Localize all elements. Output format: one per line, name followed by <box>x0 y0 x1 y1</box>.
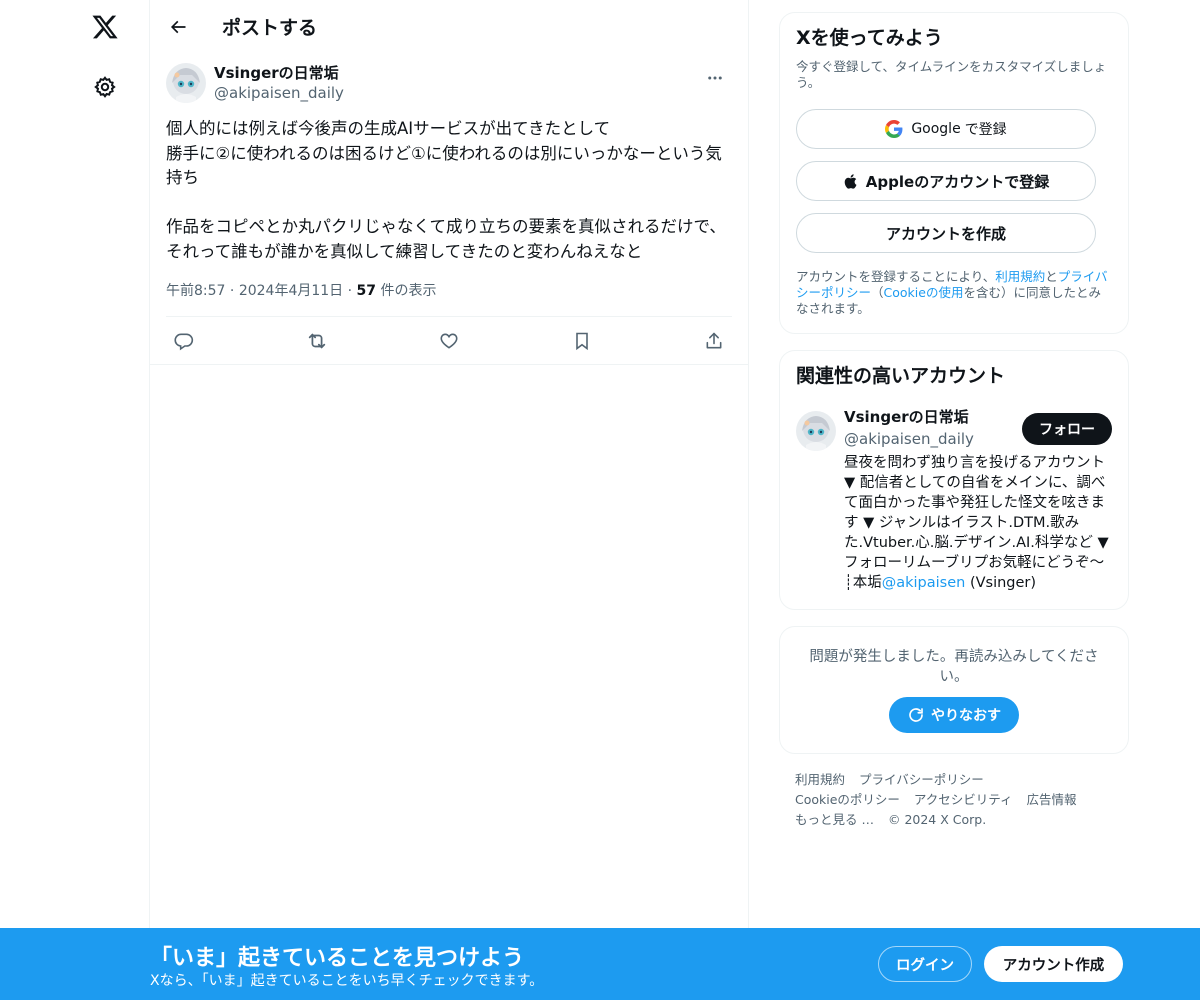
tweet-actions <box>150 317 748 365</box>
google-signup-button[interactable]: Google で登録 <box>796 109 1096 149</box>
author-handle[interactable]: @akipaisen_daily <box>214 83 344 103</box>
heart-icon <box>440 333 458 349</box>
tweet-meta: 午前8:57 · 2024年4月11日 · 57 件の表示 <box>166 280 732 317</box>
main-column: ポストする Vsingerの日常垢 @akipaisen_daily 個人的には… <box>149 0 749 1000</box>
apple-signup-button[interactable]: Appleのアカウントで登録 <box>796 161 1096 201</box>
tweet-text: 個人的には例えば今後声の生成AIサービスが出てきたとして 勝手に②に使われるのは… <box>166 119 726 261</box>
like-button[interactable] <box>435 327 463 355</box>
footer-links: 利用規約 プライバシーポリシー Cookieのポリシー アクセシビリティ 広告情… <box>779 770 1129 830</box>
share-button[interactable] <box>700 327 728 355</box>
banner-subtitle: Xなら、「いま」起きていることをいち早くチェックできます。 <box>150 973 544 989</box>
reply-button[interactable] <box>170 327 198 355</box>
footer-ads-link[interactable]: 広告情報 <box>1027 792 1077 807</box>
footer-terms-link[interactable]: 利用規約 <box>795 772 845 787</box>
avatar[interactable] <box>166 63 206 103</box>
reply-icon <box>174 333 194 350</box>
error-card: 問題が発生しました。再読み込みしてください。 やりなおす <box>779 626 1129 754</box>
page-title: ポストする <box>222 17 318 39</box>
x-logo-icon[interactable] <box>88 10 122 44</box>
signup-button[interactable]: アカウント作成 <box>984 946 1123 982</box>
google-label: Google <box>911 121 961 137</box>
share-icon <box>706 332 722 348</box>
terms-link[interactable]: 利用規約 <box>995 269 1045 284</box>
views-label: 件の表示 <box>380 283 437 299</box>
footer-privacy-link[interactable]: プライバシーポリシー <box>859 772 984 787</box>
retry-label: やりなおす <box>931 708 1001 724</box>
footer-cookie-link[interactable]: Cookieのポリシー <box>795 792 900 807</box>
post-header: ポストする <box>150 0 748 53</box>
bottom-signup-banner: 「いま」起きていることを見つけよう Xなら、「いま」起きていることをいち早くチェ… <box>0 928 1200 1000</box>
left-nav <box>0 0 150 1000</box>
footer-accessibility-link[interactable]: アクセシビリティ <box>914 792 1013 807</box>
google-label-suffix: で登録 <box>964 122 1007 138</box>
meta-separator: · <box>229 283 235 299</box>
banner-title: 「いま」起きていることを見つけよう <box>150 946 525 971</box>
repost-icon <box>308 333 325 348</box>
tweet-time[interactable]: 午前8:57 <box>166 283 225 299</box>
follow-button[interactable]: フォロー <box>1022 413 1112 445</box>
related-bio: 昼夜を問わず独り言を投げるアカウント▼ 配信者としての自省をメインに、調べて面白… <box>844 453 1112 593</box>
tweet-author: Vsingerの日常垢 @akipaisen_daily <box>166 63 732 103</box>
apple-label: Appleのアカウントで登録 <box>865 172 1050 191</box>
bookmark-icon <box>575 332 588 350</box>
terms-text: （ <box>871 285 884 300</box>
cookie-link[interactable]: Cookieの使用 <box>884 285 964 300</box>
related-handle[interactable]: @akipaisen_daily <box>844 429 974 449</box>
meta-separator: · <box>347 283 353 299</box>
bookmark-button[interactable] <box>568 327 596 355</box>
tweet-date[interactable]: 2024年4月11日 <box>239 283 343 299</box>
gear-icon[interactable] <box>90 72 120 102</box>
apple-icon <box>844 173 857 189</box>
create-account-button[interactable]: アカウントを作成 <box>796 213 1096 253</box>
repost-button[interactable] <box>303 327 331 355</box>
bio-text: 昼夜を問わず独り言を投げるアカウント▼ 配信者としての自省をメインに、調べて面白… <box>844 455 1109 591</box>
signup-card: Xを使ってみよう 今すぐ登録して、タイムラインをカスタマイズしましょう。 Goo… <box>779 12 1129 334</box>
author-name[interactable]: Vsingerの日常垢 <box>214 63 344 83</box>
related-name[interactable]: Vsingerの日常垢 <box>844 407 974 427</box>
error-message: 問題が発生しました。再読み込みしてください。 <box>809 649 1099 685</box>
related-user: Vsingerの日常垢 @akipaisen_daily フォロー 昼夜を問わず… <box>796 408 1112 593</box>
signup-subtitle: 今すぐ登録して、タイムラインをカスタマイズしましょう。 <box>796 59 1107 90</box>
footer-more-link[interactable]: もっと見る … <box>795 812 874 827</box>
copyright: © 2024 X Corp. <box>887 812 987 827</box>
more-dots-icon <box>708 76 722 80</box>
terms-notice: アカウントを登録することにより、利用規約とプライバシーポリシー（Cookieの使… <box>796 269 1112 317</box>
arrow-left-icon <box>170 20 186 33</box>
google-icon <box>885 120 903 138</box>
related-title: 関連性の高いアカウント <box>796 365 1006 387</box>
more-button[interactable] <box>698 63 732 93</box>
terms-text: アカウントを登録することにより、 <box>796 269 996 284</box>
right-sidebar: Xを使ってみよう 今すぐ登録して、タイムラインをカスタマイズしましょう。 Goo… <box>779 12 1129 830</box>
refresh-icon <box>909 708 923 722</box>
signup-title: Xを使ってみよう <box>796 27 943 49</box>
create-account-label: アカウントを作成 <box>885 224 1006 243</box>
related-accounts-card: 関連性の高いアカウント Vsingerの日常垢 @akipaisen_daily… <box>779 350 1129 610</box>
tweet: Vsingerの日常垢 @akipaisen_daily 個人的には例えば今後声… <box>150 63 748 365</box>
avatar[interactable] <box>796 411 836 451</box>
views-count: 57 <box>356 283 377 299</box>
bio-tail: (Vsinger) <box>965 575 1037 591</box>
retry-button[interactable]: やりなおす <box>889 697 1019 733</box>
login-button[interactable]: ログイン <box>878 946 972 982</box>
back-button[interactable] <box>160 9 196 45</box>
terms-text: と <box>1045 269 1058 284</box>
bio-mention-link[interactable]: @akipaisen <box>882 575 966 591</box>
